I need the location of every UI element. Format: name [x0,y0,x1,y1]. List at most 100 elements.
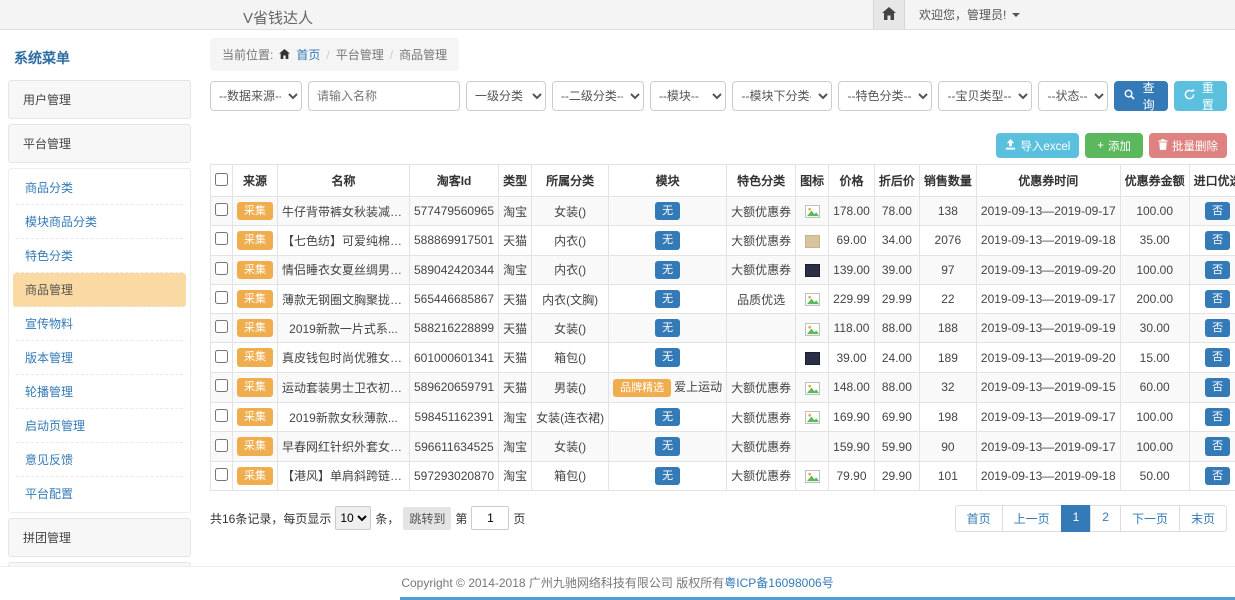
row-select-cell [211,197,233,226]
import-select-badge[interactable]: 否 [1205,437,1230,455]
pager-button[interactable]: 上一页 [1002,505,1062,532]
table-row: 采集牛仔背带裤女秋装减龄...577479560965淘宝女装()无大额优惠券1… [211,197,1235,226]
filter-select-2[interactable]: --二级分类-- [552,81,644,111]
row-checkbox[interactable] [215,409,228,422]
query-button[interactable]: 查询 [1114,81,1167,111]
import-select-badge[interactable]: 否 [1205,348,1230,366]
pager-button[interactable]: 下一页 [1120,505,1180,532]
select-all-checkbox[interactable] [215,173,228,186]
sidebar-subitem[interactable]: 商品分类 [13,171,186,205]
import-select-badge[interactable]: 否 [1205,319,1230,337]
type-cell: 淘宝 [499,197,532,226]
sidebar-group[interactable]: 拼团管理 [8,518,191,557]
feature-category-cell: 大额优惠券 [727,197,796,226]
type-cell: 淘宝 [499,461,532,490]
source-cell: 采集 [233,403,278,432]
sales-count-cell: 138 [919,197,976,226]
coupon-amount-cell: 50.00 [1120,461,1189,490]
import-select-cell: 否 [1189,314,1235,343]
import-select-cell: 否 [1189,255,1235,284]
filter-select-7[interactable]: --状态-- [1038,81,1108,111]
column-header: 优惠券金额 [1120,165,1189,197]
filter-select-5[interactable]: --特色分类-- [838,81,932,111]
sidebar-subitem[interactable]: 版本管理 [13,341,186,375]
table-row: 采集2019新款一片式系...588216228899天猫女装()无118.00… [211,314,1235,343]
product-name-cell: 情侣睡衣女夏丝绸男士... [278,255,410,284]
pager-button[interactable]: 末页 [1179,505,1227,532]
icp-link[interactable]: 粤ICP备16098006号 [724,574,833,591]
import-excel-button[interactable]: 导入excel [996,133,1079,158]
filter-select-6[interactable]: --宝贝类型-- [938,81,1032,111]
sidebar-subitem[interactable]: 轮播管理 [13,375,186,409]
sidebar-subitem[interactable]: 启动页管理 [13,409,186,443]
reset-button[interactable]: 重置 [1174,81,1227,111]
taoke-id-cell: 598451162391 [410,403,499,432]
row-checkbox[interactable] [215,262,228,275]
import-select-badge[interactable]: 否 [1205,202,1230,220]
import-select-badge[interactable]: 否 [1205,231,1230,249]
row-checkbox[interactable] [215,350,228,363]
jump-to-button[interactable]: 跳转到 [403,507,451,530]
row-checkbox[interactable] [215,232,228,245]
sidebar-group-label[interactable]: 用户管理 [9,81,190,118]
source-cell: 采集 [233,284,278,313]
table-row: 采集运动套装男士卫衣初秋...589620659791天猫男装()品牌精选爱上运… [211,372,1235,402]
filter-select-0[interactable]: --数据来源-- [210,81,302,111]
row-checkbox[interactable] [215,203,228,216]
price-cell: 69.00 [829,226,875,255]
breadcrumb-home-link[interactable]: 首页 [296,46,320,63]
home-button[interactable] [873,0,905,29]
jump-page-input[interactable] [471,506,509,530]
image-placeholder-icon [805,470,820,483]
source-cell: 采集 [233,343,278,372]
sidebar-group[interactable]: 平台管理 [8,124,191,163]
sidebar-group-label[interactable]: 拼团管理 [9,519,190,556]
row-checkbox[interactable] [215,379,228,392]
feature-category-cell [727,314,796,343]
pager-button[interactable]: 2 [1090,505,1121,532]
filter-select-4[interactable]: --模块下分类-- [732,81,832,111]
import-select-badge[interactable]: 否 [1205,290,1230,308]
category-cell: 女装(连衣裙) [532,403,609,432]
row-checkbox[interactable] [215,320,228,333]
price-cell: 39.00 [829,343,875,372]
module-cell: 品牌精选爱上运动 [609,372,727,402]
batch-delete-button[interactable]: 批量删除 [1149,133,1227,158]
summary-mid-text: 条， [375,510,399,527]
import-select-cell: 否 [1189,372,1235,402]
column-header: 特色分类 [727,165,796,197]
source-badge: 采集 [237,378,273,396]
source-badge: 采集 [237,290,273,308]
row-checkbox[interactable] [215,439,228,452]
import-select-badge[interactable]: 否 [1205,261,1230,279]
import-select-badge[interactable]: 否 [1205,408,1230,426]
taoke-id-cell: 597293020870 [410,461,499,490]
import-select-badge[interactable]: 否 [1205,378,1230,396]
sidebar-subitem[interactable]: 意见反馈 [13,443,186,477]
row-checkbox[interactable] [215,291,228,304]
row-checkbox[interactable] [215,468,228,481]
pager-button[interactable]: 首页 [955,505,1003,532]
row-select-cell [211,226,233,255]
name-search-input[interactable] [308,81,460,111]
sidebar-subitem[interactable]: 商品管理 [13,273,186,307]
module-badge: 无 [655,261,680,279]
page-size-select[interactable]: 10 [335,506,371,530]
sidebar-subitem[interactable]: 宣传物料 [13,307,186,341]
import-select-badge[interactable]: 否 [1205,467,1230,485]
coupon-time-cell: 2019-09-13—2019-09-20 [976,255,1120,284]
user-menu[interactable]: 欢迎您，管理员! [905,0,1235,29]
filter-select-3[interactable]: --模块-- [650,81,727,111]
taoke-id-cell: 589620659791 [410,372,499,402]
sidebar-subitem[interactable]: 平台配置 [13,477,186,510]
add-button[interactable]: + 添加 [1085,133,1143,158]
source-cell: 采集 [233,314,278,343]
sidebar-subitem[interactable]: 特色分类 [13,239,186,273]
sidebar-subitem[interactable]: 模块商品分类 [13,205,186,239]
filter-select-1[interactable]: 一级分类 [466,81,546,111]
pager-button[interactable]: 1 [1061,505,1092,532]
sidebar-group[interactable]: 用户管理 [8,80,191,119]
pagination-summary: 共16条记录，每页显示 10 条， 跳转到 第 页 [210,506,525,530]
sidebar-group-label[interactable]: 平台管理 [9,125,190,162]
source-cell: 采集 [233,372,278,402]
